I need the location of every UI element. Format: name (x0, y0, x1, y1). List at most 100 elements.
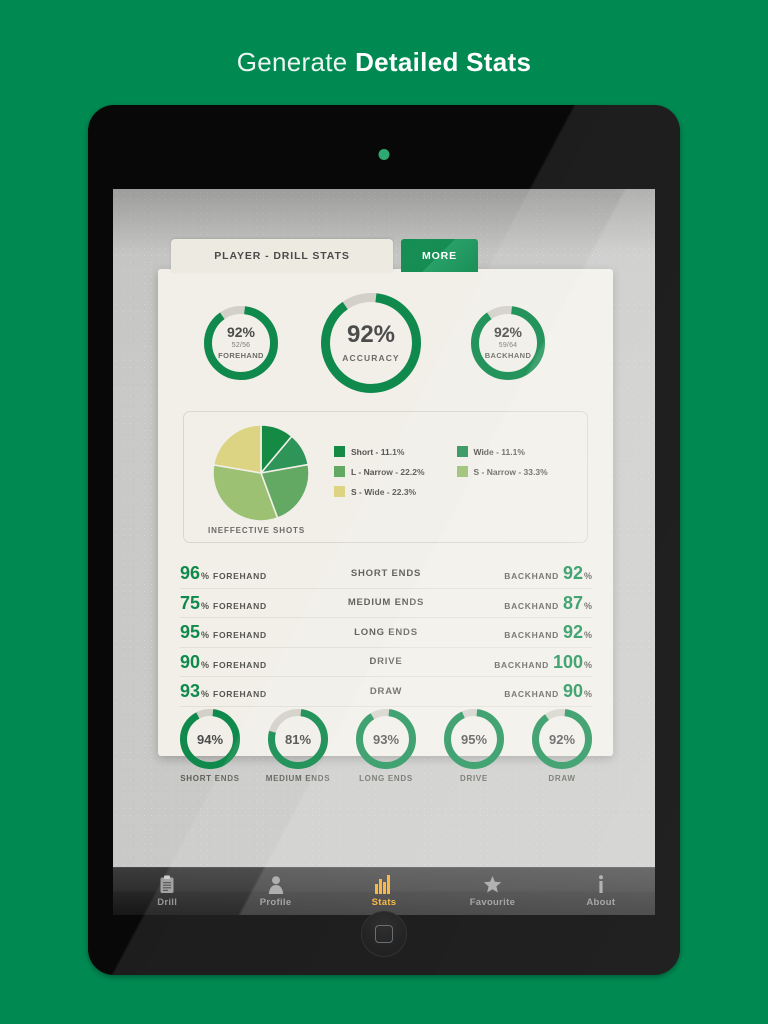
forehand-value: 75 (180, 592, 201, 613)
backhand-label: BACKHAND (504, 630, 559, 641)
info-icon (597, 875, 605, 894)
tabbar-item-stats[interactable]: Stats (330, 875, 438, 908)
row-category: LONG ENDS (354, 626, 418, 638)
legend-swatch-icon (334, 446, 345, 457)
tab-player-drill-stats[interactable]: PLAYER - DRILL STATS (171, 239, 393, 273)
tabbar-label: Drill (157, 897, 178, 908)
gauge-ring: 81% (268, 709, 328, 769)
gauge-label: DRIVE (460, 774, 488, 783)
gauge-draw: 92% DRAW (518, 709, 606, 783)
row-backhand: BACKHAND 87 % (452, 594, 592, 612)
tabbar-label: About (586, 897, 616, 908)
gauge-ring: 95% (444, 709, 504, 769)
legend-item: S - Narrow - 33.3% (456, 466, 580, 477)
gauge-percent: 92% (548, 731, 576, 747)
legend-swatch-icon (334, 466, 345, 477)
legend-label: S - Wide - 22.3% (351, 486, 417, 497)
forehand-label: FOREHAND (213, 659, 267, 670)
backhand-value: 90 (562, 681, 583, 702)
row-forehand: 90 % FOREHAND (180, 653, 320, 671)
gauge-fraction: 52/56 (231, 342, 251, 350)
percent-sign: % (583, 689, 592, 700)
percent-sign: % (583, 659, 592, 670)
gauge-label: MEDIUM ENDS (265, 774, 331, 783)
gauge-percent: 92% (346, 320, 396, 348)
row-backhand: BACKHAND 90 % (452, 682, 592, 700)
gauge-label: DRAW (548, 774, 576, 783)
gauge-ring: 93% (356, 709, 416, 769)
forehand-label: FOREHAND (213, 571, 267, 582)
backhand-label: BACKHAND (504, 571, 559, 582)
forehand-label: FOREHAND (213, 630, 267, 641)
table-row: 96 % FOREHAND SHORT ENDS BACKHAND 92 % (180, 559, 592, 589)
row-backhand: BACKHAND 92 % (452, 623, 592, 641)
table-row: 95 % FOREHAND LONG ENDS BACKHAND 92 % (180, 618, 592, 648)
gauge-label: ACCURACY (342, 352, 400, 363)
tabbar-item-favourite[interactable]: Favourite (438, 875, 546, 908)
tabbar-item-about[interactable]: About (547, 875, 655, 908)
bottom-gauge-group: 94% SHORT ENDS 81% MEDIUM ENDS 93% LONG … (166, 709, 606, 804)
tabbar-label: Profile (259, 897, 292, 908)
gauge-accuracy: 92% ACCURACY (321, 293, 421, 393)
table-row: 75 % FOREHAND MEDIUM ENDS BACKHAND 87 % (180, 589, 592, 618)
percent-sign: % (201, 659, 210, 670)
tabbar-item-drill[interactable]: Drill (113, 875, 221, 908)
forehand-value: 93 (180, 681, 201, 702)
row-forehand: 95 % FOREHAND (180, 623, 320, 641)
percent-sign: % (201, 689, 210, 700)
backhand-value: 92 (562, 622, 583, 643)
bottom-tab-bar: Drill Profile Stats Favourite About (113, 867, 655, 915)
row-forehand: 96 % FOREHAND (180, 564, 320, 582)
gauge-backhand: 92% 59/64 BACKHAND (471, 306, 545, 380)
legend-item: Wide - 11.1% (456, 446, 580, 457)
backhand-value: 100 (552, 651, 583, 672)
tabbar-label: Favourite (469, 897, 516, 908)
tabbar-label: Stats (371, 897, 397, 908)
forehand-value: 95 (180, 622, 201, 643)
ineffective-shots-panel: INEFFECTIVE SHOTS Short - 11.1% Wide - 1… (183, 411, 588, 543)
legend-label: Wide - 11.1% (473, 446, 525, 457)
gauge-drive: 95% DRIVE (430, 709, 518, 783)
gauge-percent: 92% (493, 324, 523, 341)
gauge-fraction: 59/64 (498, 342, 518, 350)
percent-sign: % (201, 571, 210, 582)
table-row: 93 % FOREHAND DRAW BACKHAND 90 % (180, 677, 592, 707)
backhand-label: BACKHAND (504, 600, 559, 611)
clipboard-icon (159, 875, 175, 894)
gauge-label: SHORT ENDS (180, 774, 240, 783)
forehand-label: FOREHAND (213, 689, 267, 700)
gauge-long-ends: 93% LONG ENDS (342, 709, 430, 783)
gauge-percent: 94% (196, 731, 224, 747)
page-title: Generate Detailed Stats (0, 47, 768, 78)
star-icon (483, 875, 502, 894)
forehand-label: FOREHAND (213, 600, 267, 611)
forehand-value: 96 (180, 563, 201, 584)
top-gauge-group: 92% 52/56 FOREHAND 92% ACCURACY 92% 59/6… (158, 289, 613, 404)
row-forehand: 75 % FOREHAND (180, 594, 320, 612)
backhand-value: 92 (562, 563, 583, 584)
percent-sign: % (583, 600, 592, 611)
row-forehand: 93 % FOREHAND (180, 682, 320, 700)
tab-more[interactable]: MORE (401, 239, 478, 272)
gauge-label: BACKHAND (484, 351, 532, 361)
gauge-percent: 92% (226, 324, 256, 341)
pie-chart-caption: INEFFECTIVE SHOTS (208, 526, 306, 535)
row-backhand: BACKHAND 100 % (452, 653, 592, 671)
gauge-ring: 92% (532, 709, 592, 769)
row-category: SHORT ENDS (350, 567, 422, 579)
camera-icon (378, 149, 390, 160)
gauge-percent: 81% (284, 731, 312, 747)
row-category: DRAW (369, 685, 403, 697)
home-button[interactable] (361, 911, 407, 957)
stat-row-list: 96 % FOREHAND SHORT ENDS BACKHAND 92 % 7… (180, 559, 592, 707)
table-row: 90 % FOREHAND DRIVE BACKHAND 100 % (180, 648, 592, 677)
gauge-forehand: 92% 52/56 FOREHAND (204, 306, 278, 380)
tablet-device: PLAYER - DRILL STATS MORE 92% 52/56 FORE… (88, 105, 680, 975)
legend-label: L - Narrow - 22.2% (351, 466, 425, 477)
gauge-short-ends: 94% SHORT ENDS (166, 709, 254, 783)
legend-swatch-icon (334, 486, 345, 497)
gauge-label: FOREHAND (218, 351, 264, 361)
row-category: DRIVE (369, 656, 403, 668)
gauge-ring: 94% (180, 709, 240, 769)
tabbar-item-profile[interactable]: Profile (221, 875, 329, 908)
